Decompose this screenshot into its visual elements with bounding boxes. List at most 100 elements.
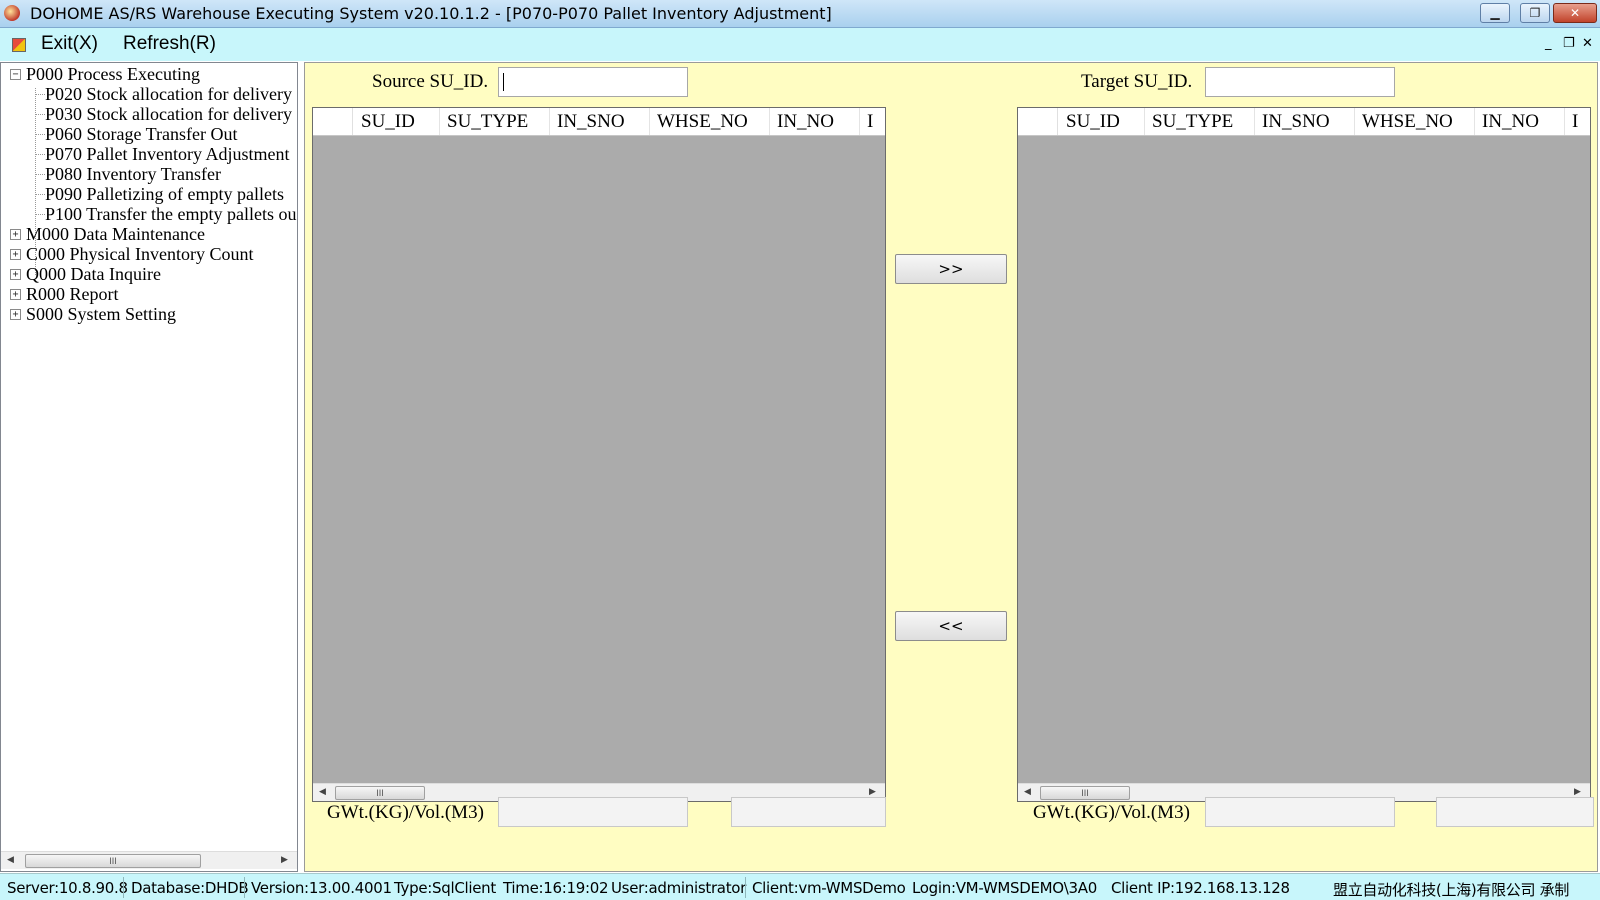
main-panel: Source SU_ID. SU_ID SU_TYPE IN_SNO WHSE_…: [304, 62, 1598, 872]
tree-item-p030[interactable]: P030 Stock allocation for delivery: [45, 104, 292, 124]
tree-item-m000[interactable]: M000 Data Maintenance: [26, 224, 205, 244]
column-divider: [549, 108, 550, 135]
scroll-left-icon[interactable]: ◀: [1024, 787, 1031, 797]
status-type: Type:SqlClient: [394, 879, 496, 897]
column-divider: [1354, 108, 1355, 135]
expand-icon[interactable]: +: [10, 309, 21, 320]
tree-horizontal-scrollbar[interactable]: ◀ III ▶: [1, 851, 297, 869]
tree-connector: [36, 94, 45, 95]
status-divider: [745, 877, 746, 898]
target-su-id-label: Target SU_ID.: [1081, 71, 1193, 92]
minimize-button[interactable]: ▁: [1480, 3, 1510, 23]
target-volume-field: [1436, 797, 1594, 827]
child-minimize-button[interactable]: _: [1545, 36, 1552, 51]
scroll-left-icon[interactable]: ◀: [7, 855, 14, 865]
target-su-id-input[interactable]: [1205, 67, 1395, 97]
expand-icon[interactable]: +: [10, 289, 21, 300]
column-header-in-no[interactable]: IN_NO: [1482, 111, 1539, 133]
target-grid[interactable]: SU_ID SU_TYPE IN_SNO WHSE_NO IN_NO I ◀ I…: [1017, 107, 1591, 802]
column-header-in-sno[interactable]: IN_SNO: [1262, 111, 1330, 133]
child-restore-button[interactable]: ❐: [1563, 36, 1575, 51]
tree-connector: [36, 194, 45, 195]
tree-connector: [36, 134, 45, 135]
tree-item-p090[interactable]: P090 Palletizing of empty pallets: [45, 184, 284, 204]
column-header-in-no[interactable]: IN_NO: [777, 111, 834, 133]
tree-item-p100[interactable]: P100 Transfer the empty pallets ou: [45, 204, 296, 224]
move-left-button[interactable]: <<: [895, 611, 1007, 641]
close-button[interactable]: ✕: [1553, 3, 1597, 23]
column-header-su-id[interactable]: SU_ID: [361, 111, 415, 133]
column-header-in-sno[interactable]: IN_SNO: [557, 111, 625, 133]
expand-icon[interactable]: +: [10, 269, 21, 280]
tree-connector: [36, 174, 45, 175]
column-header-whse-no[interactable]: WHSE_NO: [657, 111, 748, 133]
tree-item-r000[interactable]: R000 Report: [26, 284, 119, 304]
menu-bar: Exit(X) Refresh(R) _ ❐ ✕: [0, 28, 1600, 61]
tree-item-p080[interactable]: P080 Inventory Transfer: [45, 164, 221, 184]
app-icon: [4, 5, 20, 21]
status-version: Version:13.00.4001: [251, 879, 392, 897]
tree-item-p070[interactable]: P070 Pallet Inventory Adjustment: [45, 144, 290, 164]
scroll-right-icon[interactable]: ▶: [281, 855, 288, 865]
tree-item-p020[interactable]: P020 Stock allocation for delivery: [45, 84, 292, 104]
text-caret: [503, 73, 504, 91]
tree-item-s000[interactable]: S000 System Setting: [26, 304, 176, 324]
mdi-form-icon: [12, 38, 26, 52]
column-divider: [1474, 108, 1475, 135]
source-volume-field: [731, 797, 886, 827]
tree-connector: [36, 114, 45, 115]
window-title: DOHOME AS/RS Warehouse Executing System …: [30, 4, 832, 23]
scroll-right-icon[interactable]: ▶: [869, 787, 876, 797]
source-su-id-label: Source SU_ID.: [372, 71, 489, 92]
column-divider: [1254, 108, 1255, 135]
menu-refresh[interactable]: Refresh(R): [123, 33, 216, 55]
scroll-left-icon[interactable]: ◀: [319, 787, 326, 797]
tree-item-p000[interactable]: P000 Process Executing: [26, 64, 200, 84]
column-header-whse-no[interactable]: WHSE_NO: [1362, 111, 1453, 133]
title-bar: DOHOME AS/RS Warehouse Executing System …: [0, 0, 1600, 28]
column-divider: [1564, 108, 1565, 135]
scroll-thumb[interactable]: III: [1040, 786, 1130, 800]
tree-item-p060[interactable]: P060 Storage Transfer Out: [45, 124, 238, 144]
target-weight-field: [1205, 797, 1395, 827]
column-divider: [649, 108, 650, 135]
column-divider: [1144, 108, 1145, 135]
expand-icon[interactable]: +: [10, 249, 21, 260]
child-close-button[interactable]: ✕: [1582, 36, 1593, 51]
source-su-id-input[interactable]: [498, 67, 688, 97]
grid-corner: [313, 108, 353, 135]
restore-button[interactable]: ❐: [1520, 3, 1550, 23]
expand-icon[interactable]: +: [10, 229, 21, 240]
column-header-next[interactable]: I: [1572, 111, 1578, 133]
tree-item-q000[interactable]: Q000 Data Inquire: [26, 264, 161, 284]
move-right-button[interactable]: >>: [895, 254, 1007, 284]
status-divider: [244, 877, 245, 898]
status-server: Server:10.8.90.8: [7, 879, 128, 897]
status-vendor: 盟立自动化科技(上海)有限公司 承制: [1333, 881, 1570, 899]
column-header-su-id[interactable]: SU_ID: [1066, 111, 1120, 133]
column-header-su-type[interactable]: SU_TYPE: [447, 111, 528, 133]
scroll-thumb[interactable]: III: [335, 786, 425, 800]
status-bar: Server:10.8.90.8 Database:DHDB Version:1…: [0, 873, 1600, 900]
column-header-su-type[interactable]: SU_TYPE: [1152, 111, 1233, 133]
column-divider: [439, 108, 440, 135]
status-login: Login:VM-WMSDEMO\3A0: [912, 879, 1098, 897]
tree-connector: [36, 214, 45, 215]
collapse-icon[interactable]: −: [10, 69, 21, 80]
column-divider: [769, 108, 770, 135]
navigation-tree: − P000 Process Executing P020 Stock allo…: [0, 62, 298, 872]
status-user: User:administrator: [611, 879, 747, 897]
target-weight-label: GWt.(KG)/Vol.(M3): [1033, 802, 1190, 823]
scroll-thumb[interactable]: III: [25, 854, 201, 868]
status-client: Client:vm-WMSDemo: [752, 879, 906, 897]
column-header-next[interactable]: I: [867, 111, 873, 133]
source-weight-label: GWt.(KG)/Vol.(M3): [327, 802, 484, 823]
tree-item-c000[interactable]: C000 Physical Inventory Count: [26, 244, 254, 264]
menu-exit[interactable]: Exit(X): [41, 33, 98, 55]
source-grid[interactable]: SU_ID SU_TYPE IN_SNO WHSE_NO IN_NO I ◀ I…: [312, 107, 886, 802]
source-grid-header: SU_ID SU_TYPE IN_SNO WHSE_NO IN_NO I: [313, 108, 885, 136]
scroll-right-icon[interactable]: ▶: [1574, 787, 1581, 797]
target-grid-header: SU_ID SU_TYPE IN_SNO WHSE_NO IN_NO I: [1018, 108, 1590, 136]
column-divider: [859, 108, 860, 135]
status-database: Database:DHDB: [131, 879, 249, 897]
